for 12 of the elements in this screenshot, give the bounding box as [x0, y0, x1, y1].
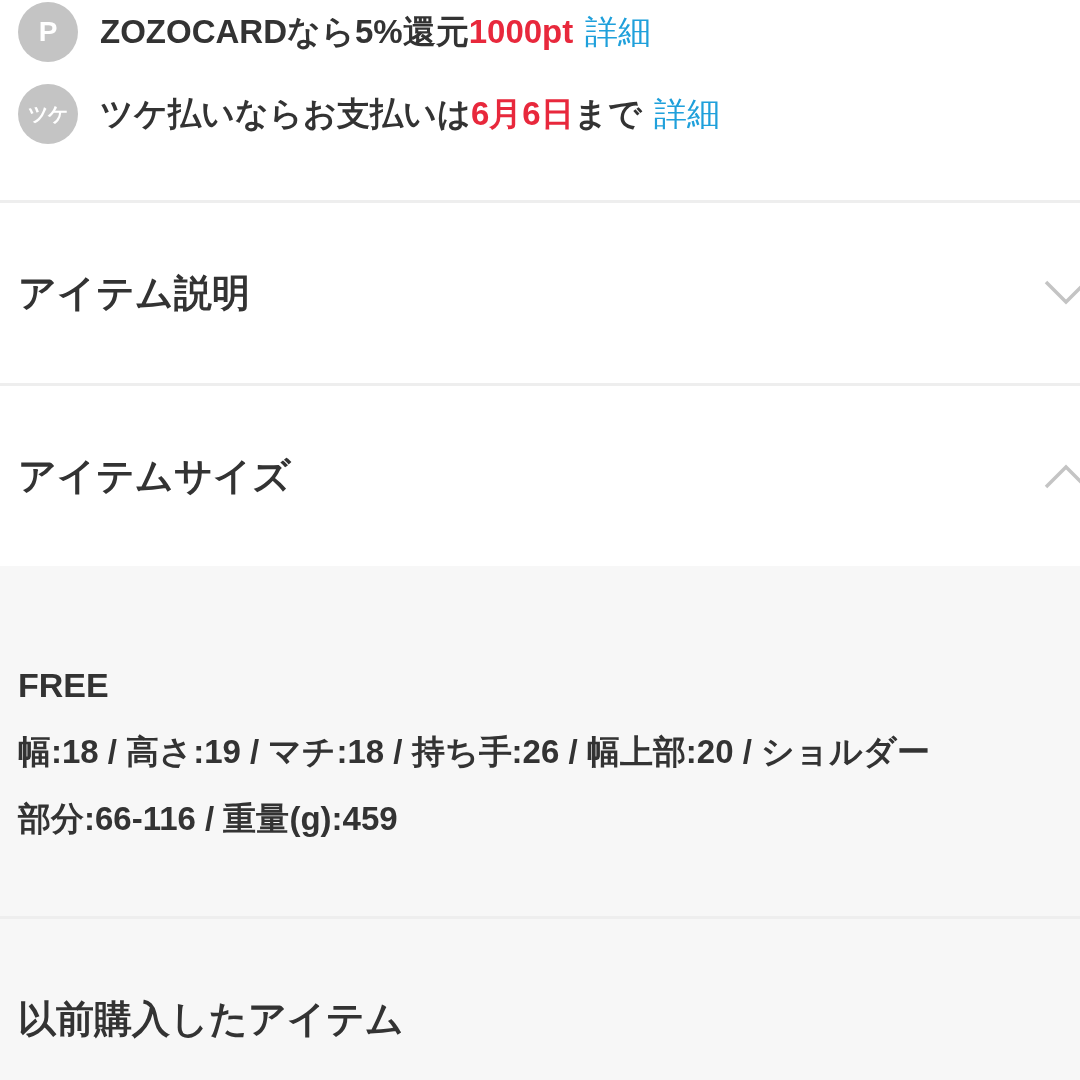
- benefit-icon: ツケ: [18, 84, 78, 144]
- benefit-text: ツケ払いならお支払いは: [100, 94, 471, 135]
- size-details: 幅:18 / 高さ:19 / マチ:18 / 持ち手:26 / 幅上部:20 / ショルダー部分:66-116 / 重量(g):459: [18, 732, 931, 839]
- highlight-text: 6月6日: [471, 94, 574, 135]
- highlight-text: 1000pt: [468, 12, 574, 53]
- section-title: 以前購入したアイテム: [18, 998, 404, 1040]
- benefit-text: まで: [573, 94, 642, 135]
- benefit-text: ZOZOCARDなら5%還元: [100, 12, 469, 53]
- benefit-icon: P: [18, 2, 78, 62]
- chevron-up-icon: [1044, 463, 1080, 489]
- chevron-down-icon: [1044, 280, 1080, 306]
- size-name: FREE: [18, 665, 110, 706]
